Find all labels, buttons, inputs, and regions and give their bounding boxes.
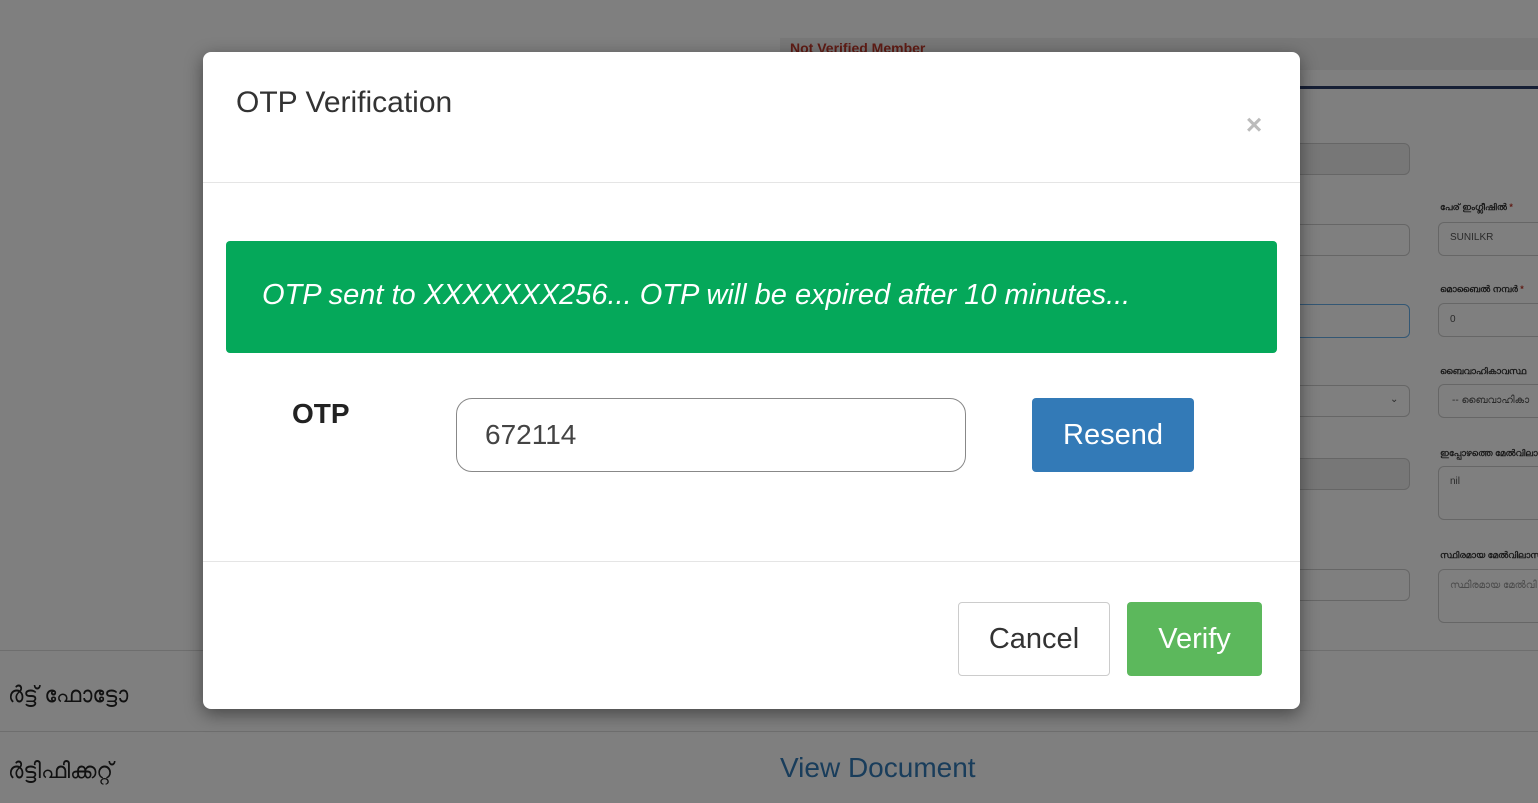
otp-verification-modal: OTP Verification × OTP sent to XXXXXXX25… bbox=[203, 52, 1300, 709]
modal-header: OTP Verification × bbox=[203, 52, 1300, 183]
cancel-button[interactable]: Cancel bbox=[958, 602, 1110, 676]
otp-label: OTP bbox=[292, 398, 350, 429]
close-icon[interactable]: × bbox=[1239, 110, 1269, 140]
modal-footer: Cancel Verify bbox=[203, 561, 1300, 709]
otp-input[interactable] bbox=[456, 398, 966, 472]
verify-button[interactable]: Verify bbox=[1127, 602, 1262, 676]
modal-title: OTP Verification bbox=[236, 86, 453, 119]
resend-button[interactable]: Resend bbox=[1032, 398, 1194, 472]
otp-sent-alert: OTP sent to XXXXXXX256... OTP will be ex… bbox=[226, 241, 1277, 353]
